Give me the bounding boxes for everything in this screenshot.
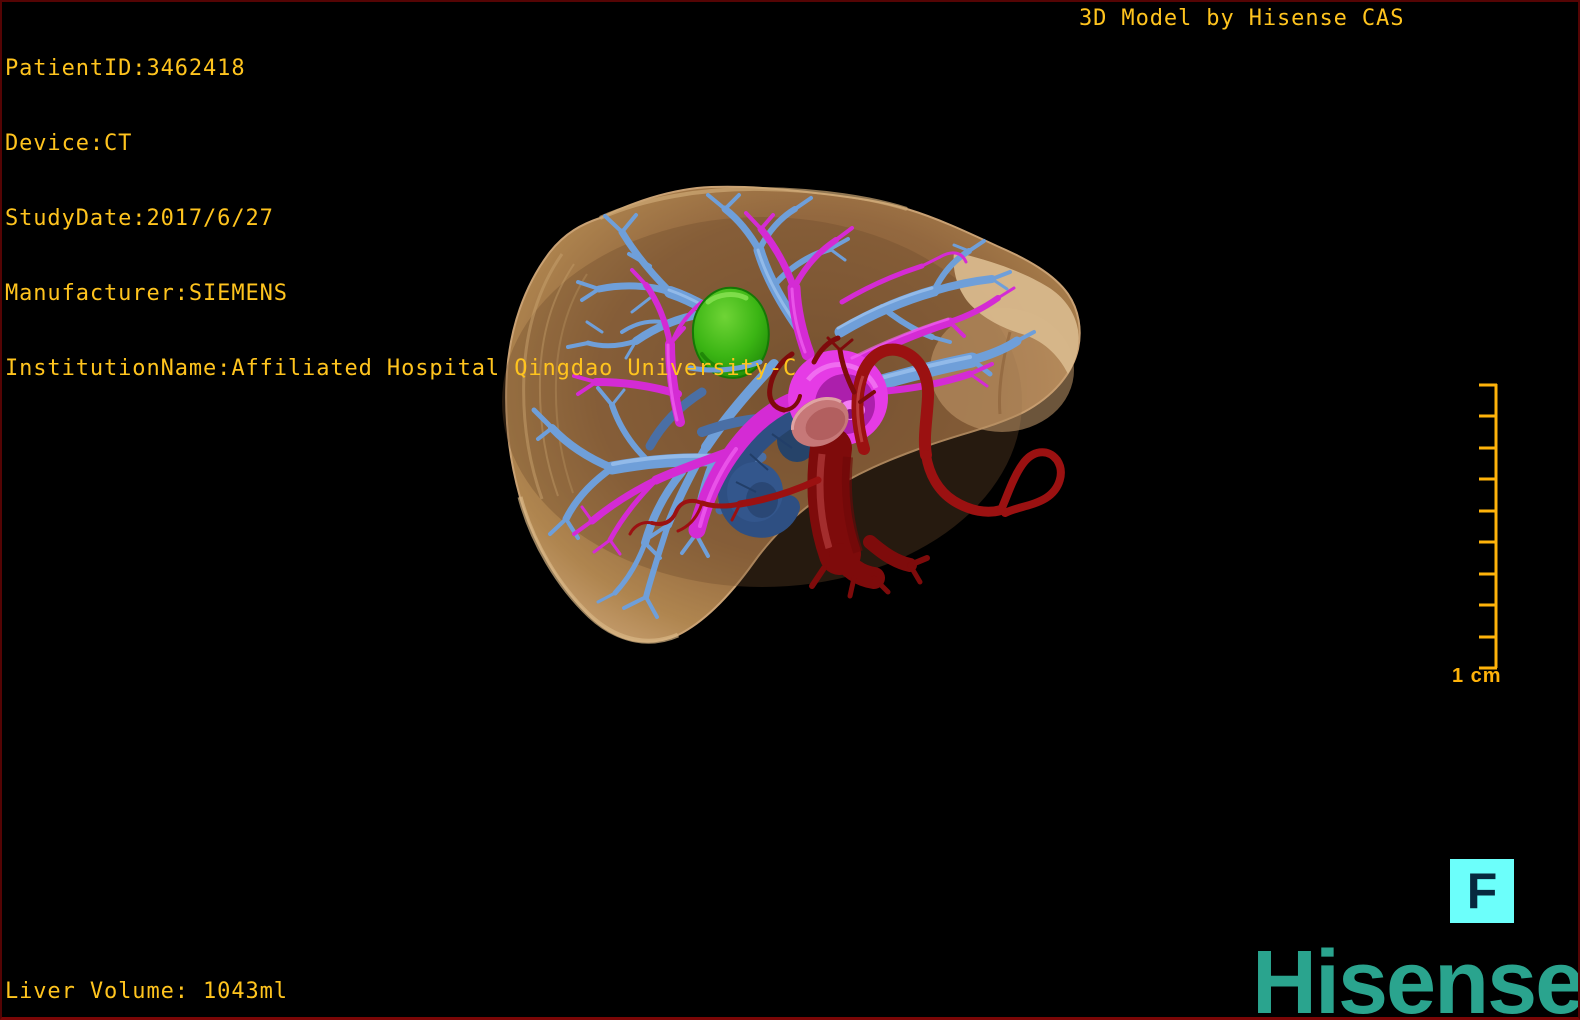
institution-name: InstitutionName:Affiliated Hospital Qing… (5, 356, 798, 381)
patient-info-block: PatientID:3462418 Device:CT StudyDate:20… (5, 6, 797, 431)
scale-ruler (1479, 383, 1498, 670)
study-date: StudyDate:2017/6/27 (5, 206, 274, 231)
orientation-marker-f: F (1450, 859, 1514, 923)
scale-ruler-label: 1 cm (1452, 665, 1502, 687)
hisense-logo: Hisense (1252, 933, 1580, 1020)
patient-id: PatientID:3462418 (5, 56, 246, 81)
viewer-window: PatientID:3462418 Device:CT StudyDate:20… (0, 0, 1580, 1020)
model-credit: 3D Model by Hisense CAS (1079, 6, 1405, 31)
manufacturer: Manufacturer:SIEMENS (5, 281, 288, 306)
liver-volume-readout: Liver Volume: 1043ml (5, 979, 288, 1004)
device: Device:CT (5, 131, 133, 156)
